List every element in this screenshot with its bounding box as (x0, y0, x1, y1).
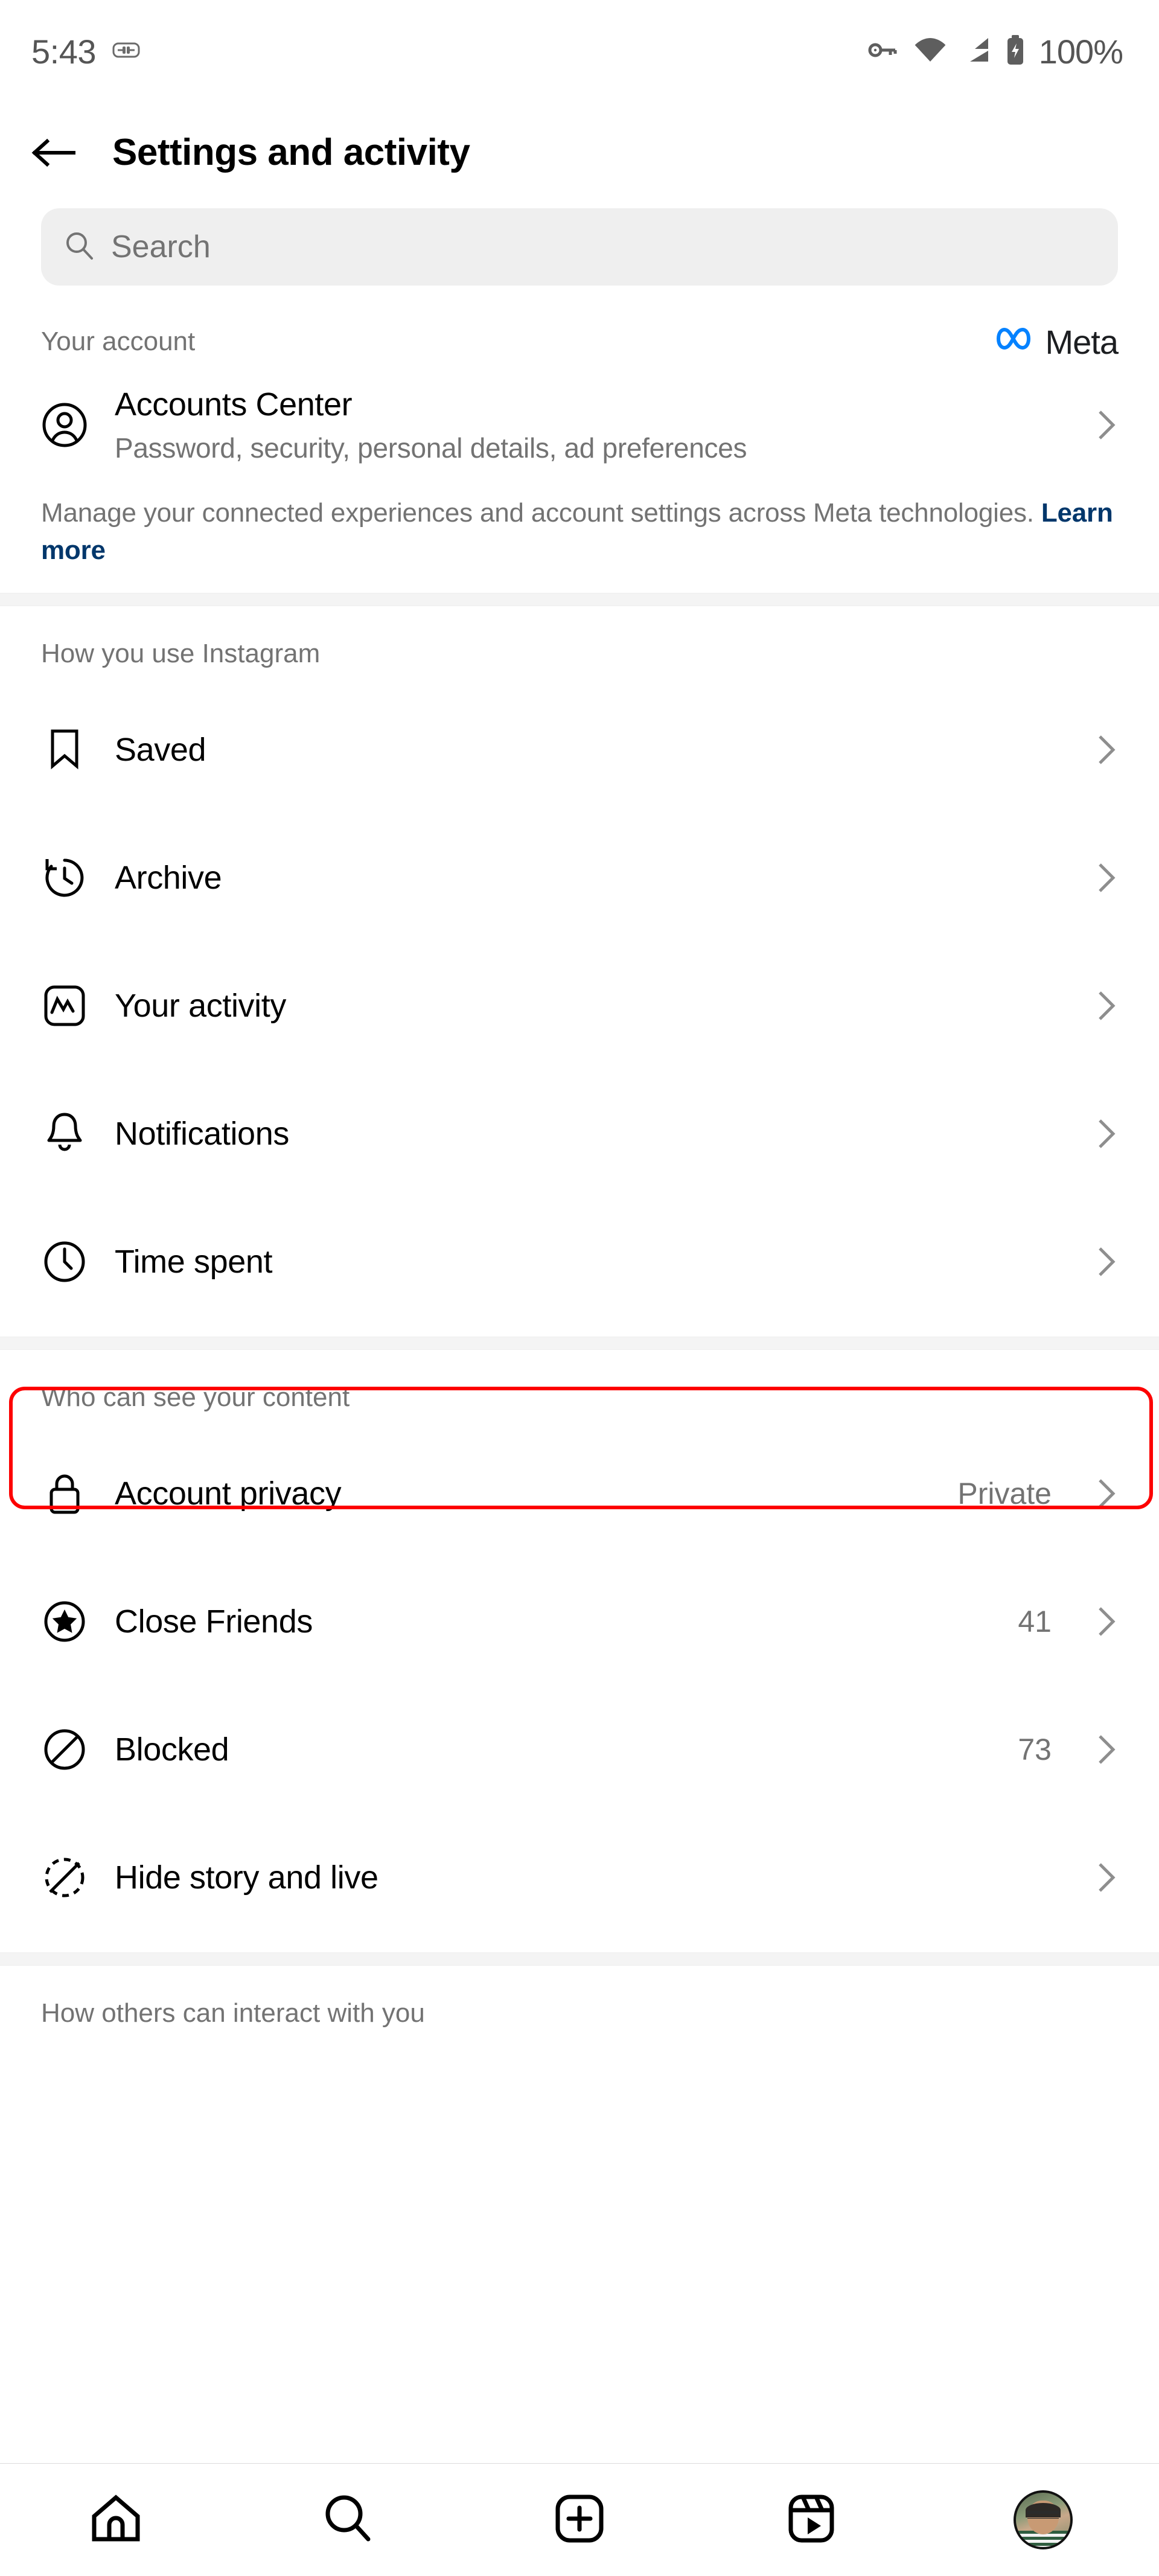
search-input[interactable]: Search (41, 208, 1118, 286)
sidebar-item-blocked[interactable]: Blocked 73 (0, 1686, 1159, 1814)
page-title: Settings and activity (112, 132, 470, 173)
account-privacy-label: Account privacy (115, 1475, 342, 1512)
battery-percent: 100% (1038, 32, 1123, 71)
search-icon (320, 2491, 375, 2549)
accounts-center-description: Manage your connected experiences and ac… (0, 492, 1159, 570)
sidebar-item-hide-story-and-live[interactable]: Hide story and live (0, 1814, 1159, 1942)
your-activity-label: Your activity (115, 987, 286, 1024)
chevron-right-icon (1094, 1477, 1118, 1510)
sidebar-item-time-spent[interactable]: Time spent (0, 1198, 1159, 1326)
battery-charging-icon (1005, 34, 1026, 69)
accounts-center-title: Accounts Center (115, 386, 353, 423)
sidebar-item-account-privacy[interactable]: Account privacy Private (0, 1430, 1159, 1558)
nav-home-button[interactable] (80, 2484, 152, 2556)
meta-brand: Meta (994, 322, 1119, 362)
notifications-label: Notifications (115, 1115, 289, 1152)
wifi-icon (913, 36, 947, 67)
time-spent-label: Time spent (115, 1243, 273, 1280)
chevron-right-icon (1094, 1245, 1118, 1279)
your-account-label: Your account (41, 327, 196, 356)
chevron-right-icon (1094, 1733, 1118, 1766)
home-icon (88, 2491, 144, 2549)
chevron-right-icon (1094, 1605, 1118, 1638)
plus-square-icon (552, 2491, 607, 2549)
saved-label: Saved (115, 731, 206, 768)
reels-icon (784, 2491, 839, 2549)
instagram-settings-screen: 5:43 100% Settings and activity Search Y… (0, 0, 1159, 2576)
bezel-icon (112, 40, 141, 63)
clock-icon (41, 1240, 88, 1283)
block-icon (41, 1727, 88, 1772)
section-divider-2 (0, 1336, 1159, 1350)
activity-chart-icon (41, 984, 88, 1028)
star-circle-icon (41, 1599, 88, 1644)
chevron-right-icon (1094, 861, 1118, 895)
search-placeholder: Search (111, 229, 211, 264)
your-account-section-header: Your account Meta (0, 286, 1159, 361)
bookmark-icon (41, 728, 88, 772)
chevron-right-icon (1094, 408, 1118, 442)
accounts-center-subtitle: Password, security, personal details, ad… (115, 432, 747, 464)
chevron-right-icon (1094, 1117, 1118, 1151)
how-others-heading: How others can interact with you (41, 1998, 425, 2028)
sidebar-item-archive[interactable]: Archive (0, 814, 1159, 942)
account-privacy-value: Private (957, 1476, 1052, 1510)
archive-clock-icon (41, 855, 88, 900)
cellular-signal-icon (960, 36, 992, 67)
chevron-right-icon (1094, 1861, 1118, 1894)
profile-avatar (1014, 2490, 1073, 2549)
sidebar-item-saved[interactable]: Saved (0, 686, 1159, 814)
section-divider-1 (0, 592, 1159, 606)
status-bar-right: 100% (866, 32, 1123, 71)
who-can-see-heading: Who can see your content (41, 1382, 350, 1412)
section-divider-3 (0, 1952, 1159, 1966)
chevron-right-icon (1094, 733, 1118, 767)
hide-story-label: Hide story and live (115, 1859, 378, 1896)
close-friends-label: Close Friends (115, 1603, 313, 1640)
archive-label: Archive (115, 859, 222, 896)
status-bar: 5:43 100% (0, 0, 1159, 103)
description-text: Manage your connected experiences and ac… (41, 498, 1041, 528)
nav-create-button[interactable] (543, 2484, 616, 2556)
meta-infinity-icon (994, 324, 1038, 360)
sidebar-item-your-activity[interactable]: Your activity (0, 942, 1159, 1070)
blocked-label: Blocked (115, 1731, 229, 1768)
accounts-center-text: Accounts Center Password, security, pers… (115, 386, 1067, 464)
status-time: 5:43 (31, 32, 97, 71)
nav-search-button[interactable] (311, 2484, 384, 2556)
app-header: Settings and activity (0, 103, 1159, 202)
nav-reels-button[interactable] (775, 2484, 848, 2556)
lock-icon (41, 1471, 88, 1517)
close-friends-count: 41 (1018, 1604, 1052, 1638)
person-circle-icon (41, 402, 88, 448)
chevron-right-icon (1094, 989, 1118, 1023)
nav-profile-button[interactable] (1007, 2484, 1079, 2556)
hide-story-icon (41, 1855, 88, 1900)
key-icon (866, 36, 900, 67)
bottom-navigation-bar (0, 2463, 1159, 2576)
sidebar-item-notifications[interactable]: Notifications (0, 1070, 1159, 1198)
search-container: Search (0, 202, 1159, 286)
bell-icon (41, 1111, 88, 1157)
back-button[interactable] (31, 130, 76, 175)
search-icon (64, 230, 95, 264)
status-bar-left: 5:43 (31, 32, 141, 71)
accounts-center-row[interactable]: Accounts Center Password, security, pers… (0, 358, 1159, 492)
avatar-glasses (1027, 2511, 1059, 2518)
sidebar-item-close-friends[interactable]: Close Friends 41 (0, 1558, 1159, 1686)
blocked-count: 73 (1018, 1732, 1052, 1766)
how-you-use-heading: How you use Instagram (41, 638, 321, 668)
meta-wordmark: Meta (1045, 322, 1119, 361)
